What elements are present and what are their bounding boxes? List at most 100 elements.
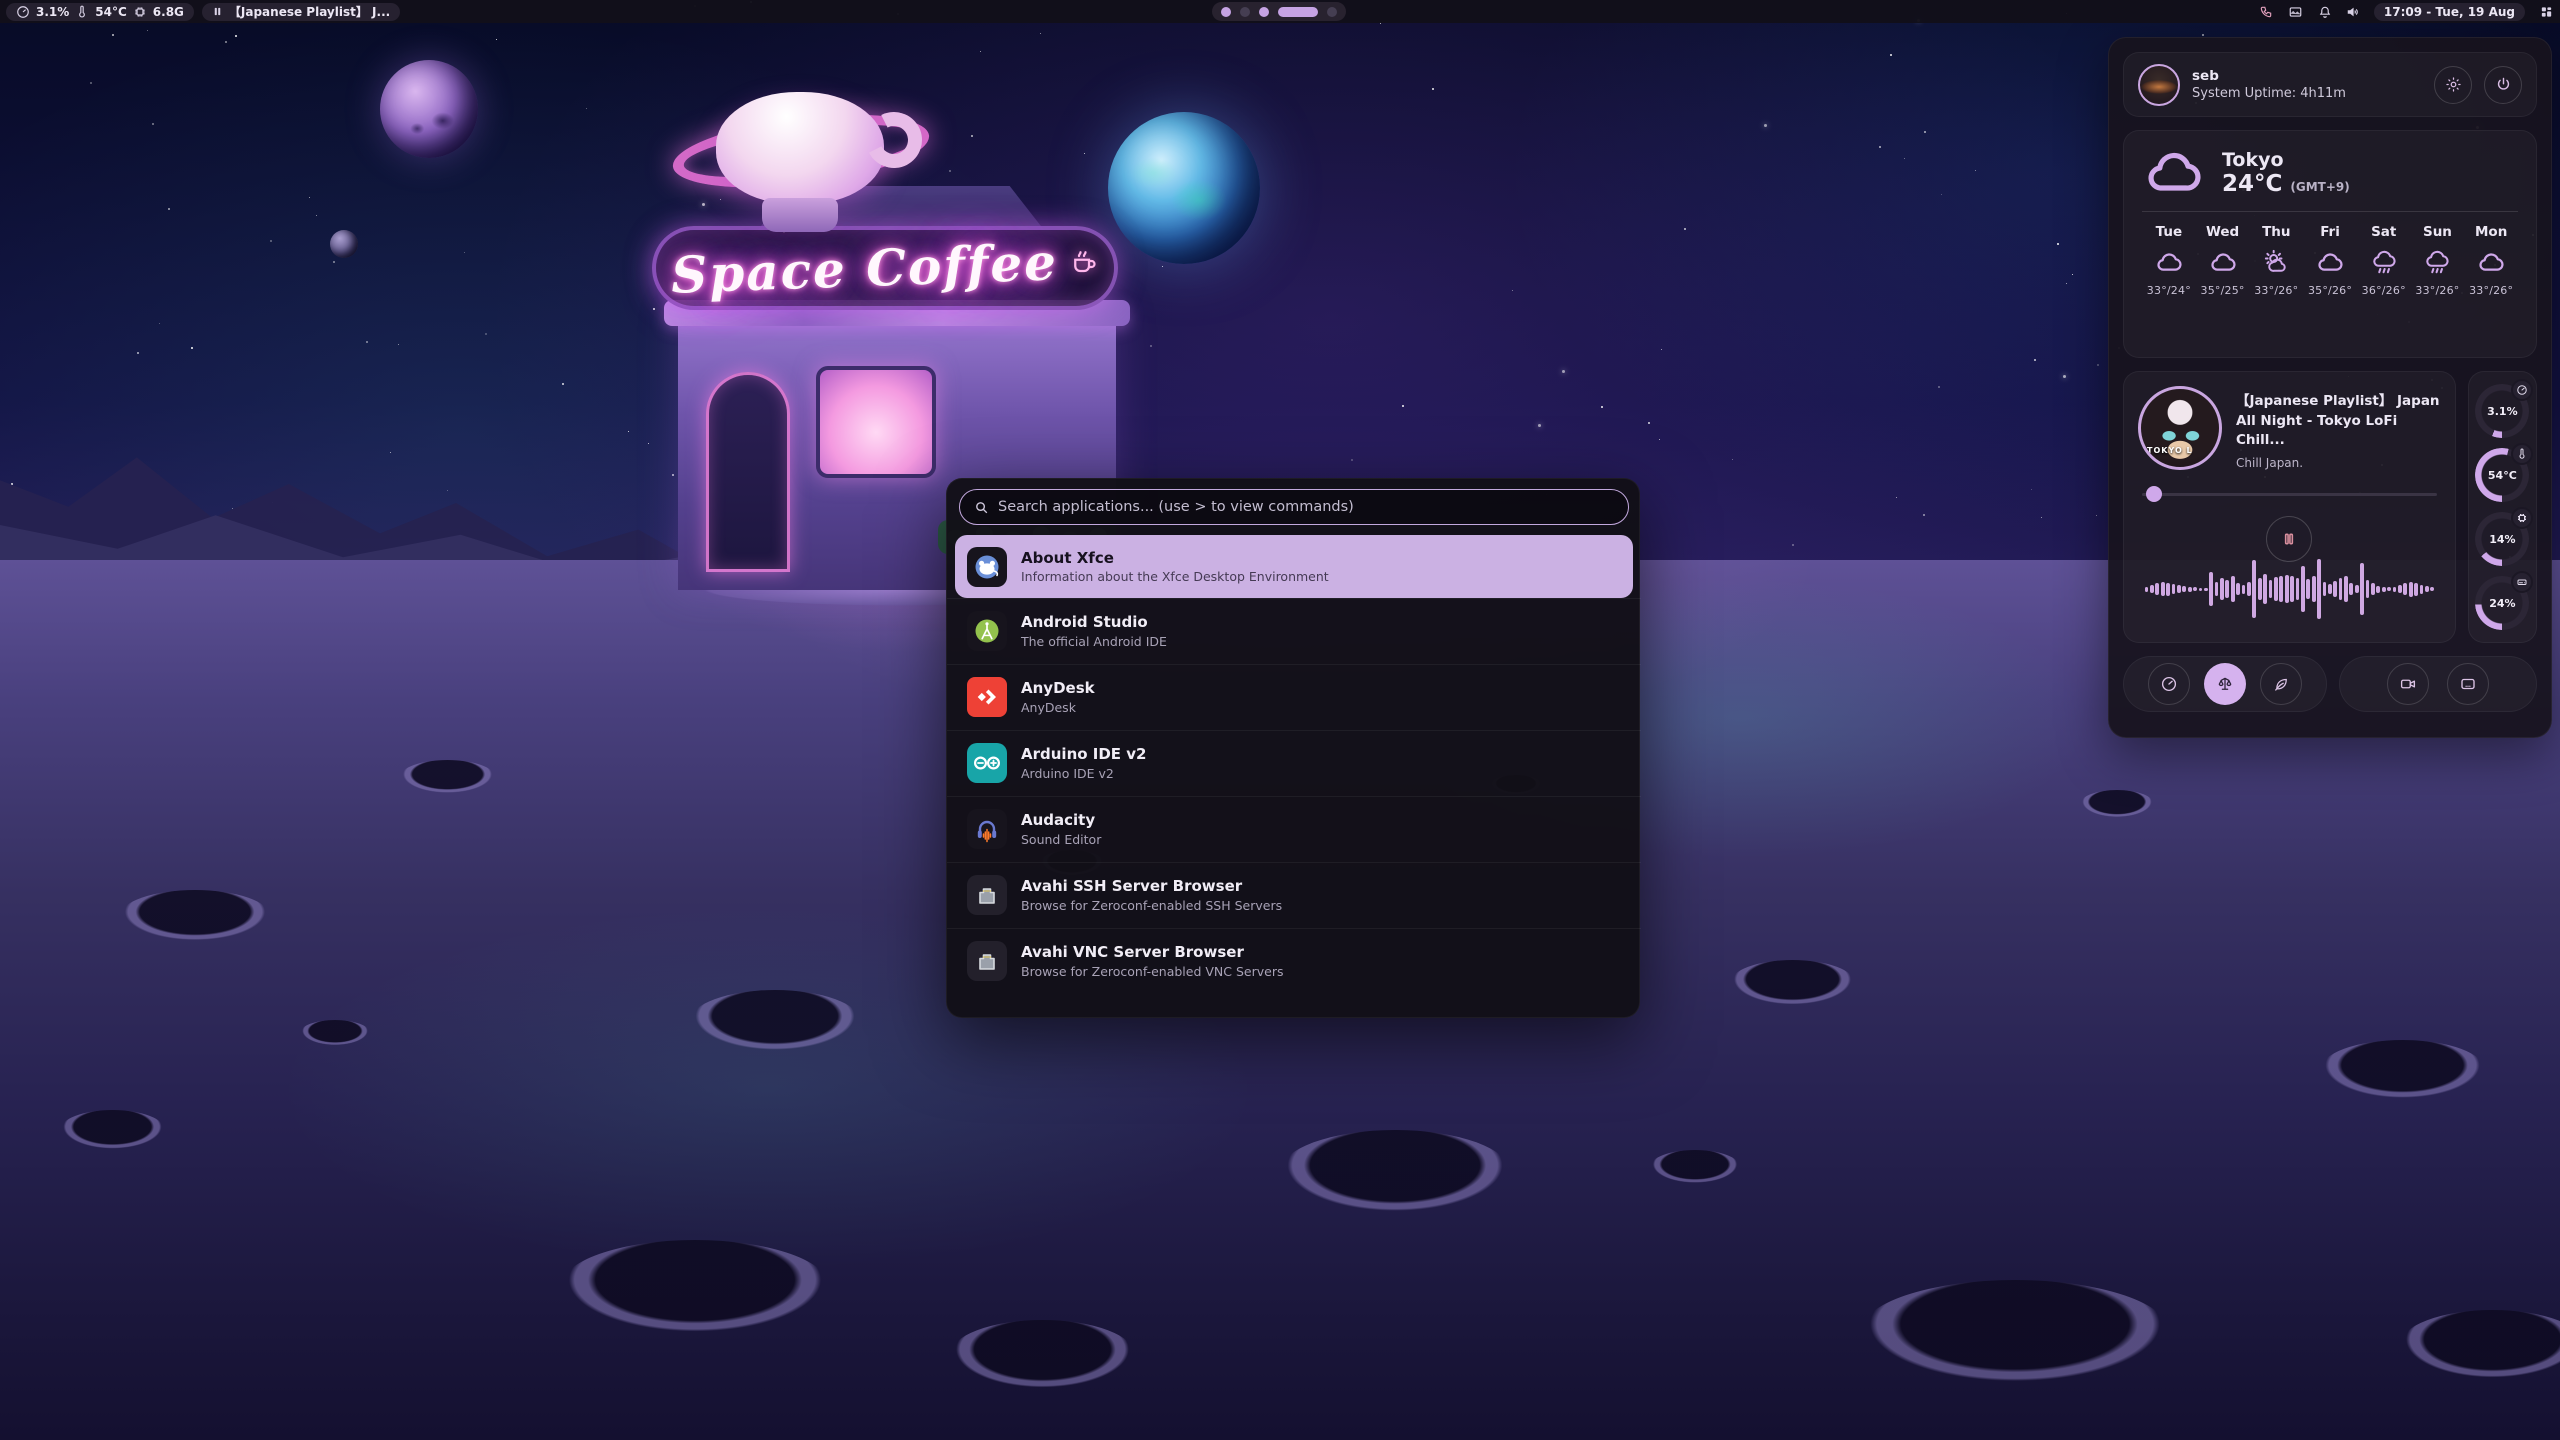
- avahi-ssh-app-icon: [967, 875, 1007, 915]
- workspace-switcher[interactable]: [1212, 2, 1346, 21]
- app-row-avahi-ssh[interactable]: Avahi SSH Server Browser Browse for Zero…: [947, 862, 1641, 928]
- app-row-anydesk[interactable]: AnyDesk AnyDesk: [947, 664, 1641, 730]
- search-icon: [974, 500, 989, 515]
- avatar[interactable]: [2138, 64, 2180, 106]
- weather-temp: 24°C: [2222, 171, 2282, 197]
- seek-slider[interactable]: [2142, 486, 2437, 502]
- app-row-arduino-ide[interactable]: Arduino IDE v2 Arduino IDE v2: [947, 730, 1641, 796]
- small-moon: [330, 230, 358, 258]
- memory-icon: [133, 5, 147, 19]
- pause-icon: [2281, 531, 2297, 547]
- balanced-profile-button[interactable]: [2204, 663, 2246, 705]
- cloud-icon: [2144, 149, 2206, 197]
- forecast-day: Wed 35°/25°: [2196, 224, 2250, 297]
- app-subtitle: Sound Editor: [1021, 832, 1101, 847]
- weather-day-icon: [2422, 248, 2452, 276]
- app-launcher-popup: About Xfce Information about the Xfce De…: [946, 478, 1640, 1018]
- app-row-about-xfce[interactable]: About Xfce Information about the Xfce De…: [955, 535, 1633, 598]
- volume-icon[interactable]: [2346, 5, 2360, 19]
- cpu-usage-icon: [16, 5, 30, 19]
- workspace-dot-4[interactable]: [1278, 7, 1318, 17]
- weather-widget: Tokyo 24°C (GMT+9) Tue 33°/24° Wed 35°/2…: [2123, 130, 2537, 358]
- temperature-icon: [75, 5, 89, 19]
- app-row-avahi-vnc[interactable]: Avahi VNC Server Browser Browse for Zero…: [947, 928, 1641, 994]
- username: seb: [2192, 68, 2422, 84]
- disk-gauge: 24%: [2475, 576, 2529, 630]
- floating-cup: [716, 92, 884, 204]
- cup-base: [762, 198, 838, 232]
- weather-day-icon: [2315, 248, 2345, 276]
- divider: [2142, 211, 2518, 212]
- forecast-day: Fri 35°/26°: [2303, 224, 2357, 297]
- video-camera-icon: [2399, 675, 2417, 693]
- app-row-audacity[interactable]: Audacity Sound Editor: [947, 796, 1641, 862]
- temperature-gauge: 54°C: [2475, 448, 2529, 502]
- search-box[interactable]: [959, 489, 1629, 525]
- cafe-door: [706, 372, 790, 572]
- power-icon: [2495, 76, 2512, 93]
- temperature-icon: [2511, 443, 2533, 465]
- app-title: About Xfce: [1021, 549, 1329, 568]
- forecast-day: Sun 33°/26°: [2411, 224, 2465, 297]
- track-title: 【Japanese Playlist】 Japan All Night - To…: [2236, 392, 2441, 451]
- audacity-app-icon: [967, 809, 1007, 849]
- app-subtitle: AnyDesk: [1021, 700, 1095, 715]
- now-playing-label: 【Japanese Playlist】 J...: [229, 3, 390, 20]
- weather-day-icon: [2369, 248, 2399, 276]
- memory-gauge: 14%: [2475, 512, 2529, 566]
- app-list: About Xfce Information about the Xfce De…: [947, 535, 1641, 994]
- app-title: AnyDesk: [1021, 679, 1095, 698]
- app-grid-icon[interactable]: [2539, 5, 2554, 19]
- seek-thumb[interactable]: [2146, 486, 2162, 502]
- pause-icon: [212, 6, 223, 17]
- app-title: Arduino IDE v2: [1021, 745, 1147, 764]
- forecast-day: Thu 33°/26°: [2249, 224, 2303, 297]
- capture-group: [2339, 656, 2537, 712]
- purple-planet: [380, 60, 478, 158]
- arduino-app-icon: [967, 743, 1007, 783]
- cpu-usage-icon: [2511, 379, 2533, 401]
- cafe-window: [816, 366, 936, 478]
- clock[interactable]: 17:09 - Tue, 19 Aug: [2374, 3, 2525, 21]
- now-playing-pill[interactable]: 【Japanese Playlist】 J...: [202, 3, 400, 21]
- workspace-dot-5[interactable]: [1327, 7, 1337, 17]
- power-profile-group: [2123, 656, 2327, 712]
- temperature-value: 54°C: [95, 5, 127, 19]
- memory-value: 6.8G: [153, 5, 184, 19]
- cpu-gauge: 3.1%: [2475, 384, 2529, 438]
- speedometer-icon: [2160, 675, 2178, 693]
- settings-button[interactable]: [2434, 66, 2472, 104]
- track-artist: Chill Japan.: [2236, 456, 2441, 470]
- app-title: Avahi SSH Server Browser: [1021, 877, 1282, 896]
- notifications-bell-icon[interactable]: [2318, 5, 2332, 19]
- disk-icon: [2511, 571, 2533, 593]
- app-title: Audacity: [1021, 811, 1101, 830]
- system-uptime: System Uptime: 4h11m: [2192, 86, 2422, 101]
- performance-profile-button[interactable]: [2148, 663, 2190, 705]
- app-subtitle: Arduino IDE v2: [1021, 766, 1147, 781]
- workspace-dot-2[interactable]: [1240, 7, 1250, 17]
- screenshot-button[interactable]: [2447, 663, 2489, 705]
- screen-record-button[interactable]: [2387, 663, 2429, 705]
- app-title: Avahi VNC Server Browser: [1021, 943, 1283, 962]
- forecast-day: Tue 33°/24°: [2142, 224, 2196, 297]
- scales-icon: [2216, 675, 2234, 693]
- search-input[interactable]: [998, 499, 1614, 515]
- app-row-android-studio[interactable]: Android Studio The official Android IDE: [947, 598, 1641, 664]
- forecast-day: Mon 33°/26°: [2464, 224, 2518, 297]
- neon-sign-text: Space Coffee: [670, 232, 1059, 304]
- power-button[interactable]: [2484, 66, 2522, 104]
- weather-day-icon: [2208, 248, 2238, 276]
- android-studio-app-icon: [967, 611, 1007, 651]
- tray-phone-icon[interactable]: [2259, 5, 2273, 19]
- app-title: Android Studio: [1021, 613, 1167, 632]
- weather-day-icon: [2154, 248, 2184, 276]
- system-stats-pill[interactable]: 3.1% 54°C 6.8G: [6, 3, 194, 21]
- workspace-dot-3[interactable]: [1259, 7, 1269, 17]
- wallpaper-icon[interactable]: [2287, 5, 2304, 19]
- power-saver-profile-button[interactable]: [2260, 663, 2302, 705]
- music-player-widget: TOKYO L 【Japanese Playlist】 Japan All Ni…: [2123, 371, 2456, 643]
- album-art[interactable]: TOKYO L: [2138, 386, 2222, 470]
- workspace-dot-1[interactable]: [1221, 7, 1231, 17]
- earth-planet: [1108, 112, 1260, 264]
